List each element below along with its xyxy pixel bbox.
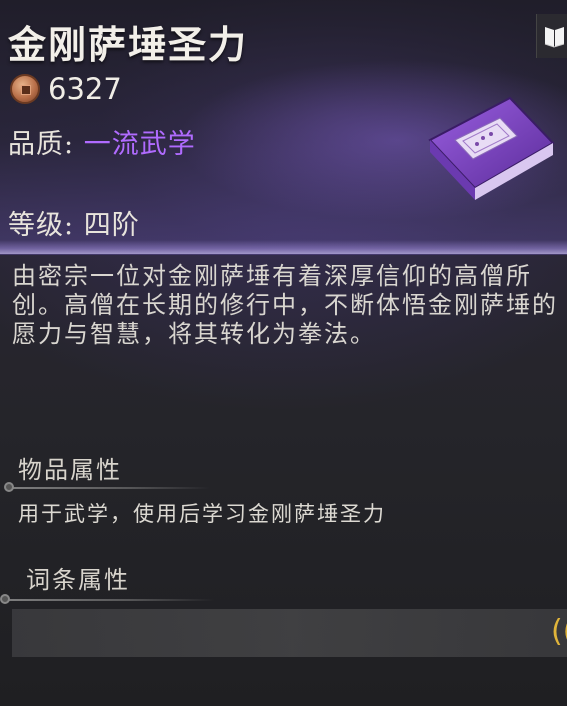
quality-label: 品质: — [8, 129, 75, 160]
section-divider — [10, 487, 210, 489]
level-label: 等级: — [8, 210, 75, 241]
level-row: 等级: 四阶 — [8, 203, 140, 242]
quality-row: 品质: 一流武学 — [8, 122, 196, 161]
level-value: 四阶 — [83, 210, 140, 241]
price-row: 6327 — [10, 72, 122, 106]
quality-value: 一流武学 — [83, 129, 196, 160]
item-props-text: 用于武学，使用后学习金刚萨埵圣力 — [18, 502, 386, 526]
item-title: 金刚萨埵圣力 — [8, 22, 249, 67]
divider-dot-icon — [0, 594, 10, 604]
header-divider-glow — [0, 240, 567, 254]
divider-dot-icon — [4, 482, 14, 492]
entry-props-title: 词条属性 — [26, 566, 130, 594]
entry-attribute-box — [12, 609, 567, 657]
item-props-title: 物品属性 — [18, 456, 122, 484]
item-tooltip: 金刚萨埵圣力 6327 品质: 一流武学 等级: 四阶 由密宗一位对金刚萨埵有着… — [0, 0, 567, 706]
item-description: 由密宗一位对金刚萨埵有着深厚信仰的高僧所创。高僧在长期的修行中，不断体悟金刚萨埵… — [12, 262, 558, 348]
price-value: 6327 — [48, 72, 122, 106]
book-icon[interactable] — [536, 14, 567, 58]
copper-coin-icon — [10, 74, 40, 104]
manual-book-item-icon — [425, 88, 555, 218]
entry-attribute-partial: (( — [551, 614, 567, 649]
section-divider — [4, 599, 214, 601]
